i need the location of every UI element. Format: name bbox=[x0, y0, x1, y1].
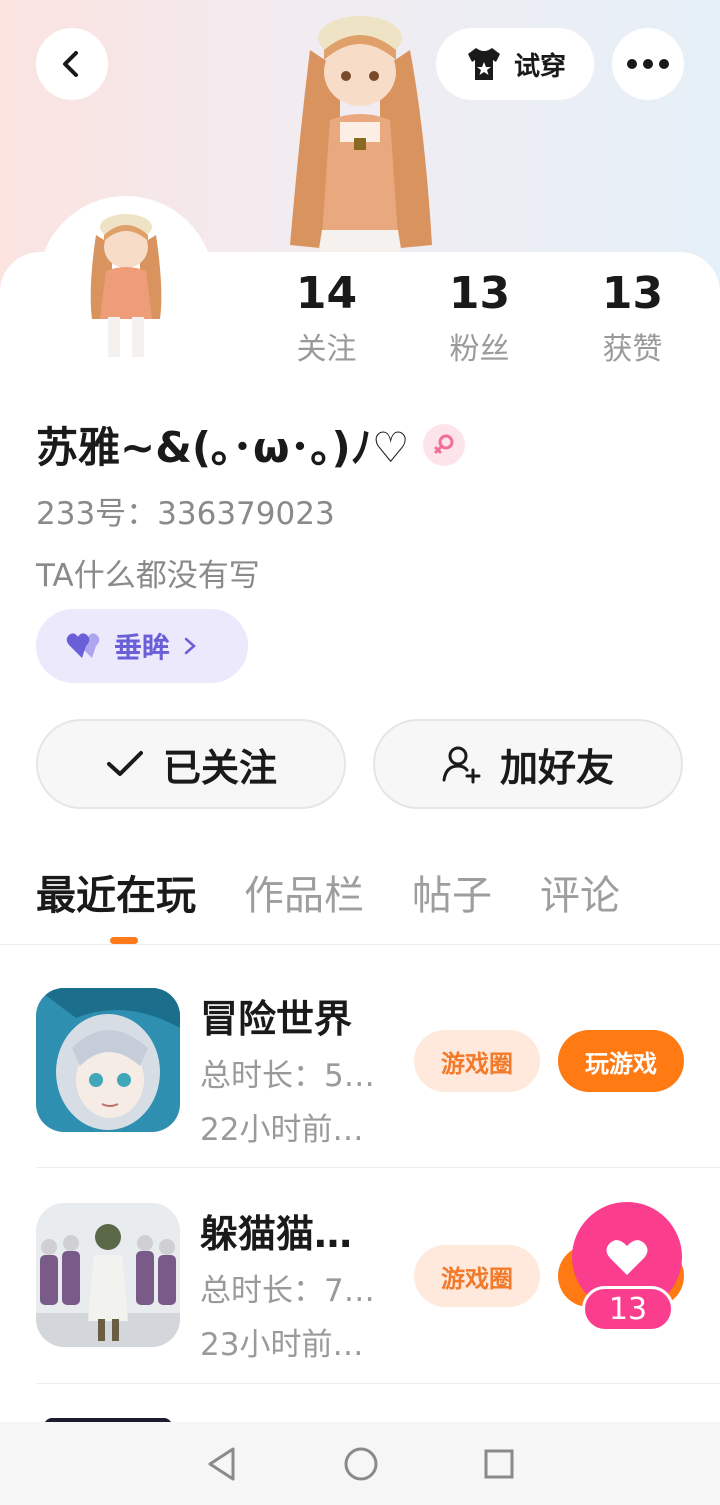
tab-comments[interactable]: 评论 bbox=[540, 866, 620, 926]
game-icon[interactable] bbox=[36, 988, 180, 1132]
game-circle-button[interactable]: 游戏圈 bbox=[414, 1030, 540, 1092]
stat-value: 13 bbox=[448, 268, 511, 319]
stats-bar: 14 关注 13 粉丝 13 获赞 bbox=[250, 268, 720, 368]
stat-label: 获赞 bbox=[602, 332, 663, 367]
play-game-button[interactable]: 玩游戏 bbox=[558, 1030, 684, 1092]
list-divider bbox=[36, 1383, 720, 1384]
avatar-3d-character[interactable] bbox=[270, 10, 450, 255]
personality-tag[interactable]: 垂眸 bbox=[36, 609, 248, 683]
system-navigation-bar bbox=[0, 1422, 720, 1505]
stat-followers[interactable]: 13 粉丝 bbox=[403, 268, 556, 368]
female-gender-icon bbox=[423, 423, 466, 466]
heart-icon bbox=[606, 1240, 648, 1275]
followed-button[interactable]: 已关注 bbox=[36, 719, 346, 809]
tab-posts[interactable]: 帖子 bbox=[412, 866, 492, 926]
try-on-label: 试穿 bbox=[513, 51, 566, 82]
game-name: 躲猫猫… bbox=[200, 1212, 353, 1256]
user-id: 233号：336379023 bbox=[36, 496, 335, 532]
chevron-right-icon bbox=[184, 637, 196, 655]
game-name: 冒险世界 bbox=[200, 997, 353, 1041]
game-last-played: 23小时前… bbox=[200, 1327, 364, 1363]
game-circle-button[interactable]: 游戏圈 bbox=[414, 1245, 540, 1307]
add-user-icon bbox=[442, 746, 481, 784]
add-friend-button[interactable]: 加好友 bbox=[373, 719, 683, 809]
more-options-button[interactable] bbox=[612, 28, 684, 100]
tab-works[interactable]: 作品栏 bbox=[244, 866, 364, 926]
followed-label: 已关注 bbox=[162, 745, 277, 790]
nav-home-icon[interactable] bbox=[343, 1446, 379, 1482]
tab-divider bbox=[0, 944, 720, 945]
profile-tabs: 最近在玩 作品栏 帖子 评论 bbox=[36, 866, 668, 926]
add-friend-label: 加好友 bbox=[499, 745, 614, 790]
stat-following[interactable]: 14 关注 bbox=[250, 268, 403, 368]
user-bio: TA什么都没有写 bbox=[36, 558, 260, 594]
like-floating-button[interactable]: 13 bbox=[572, 1202, 684, 1332]
tab-recently-played[interactable]: 最近在玩 bbox=[36, 866, 196, 926]
back-button[interactable] bbox=[36, 28, 108, 100]
double-heart-icon bbox=[66, 633, 100, 658]
stat-label: 粉丝 bbox=[449, 332, 510, 367]
more-dots-icon bbox=[627, 59, 669, 69]
tag-label: 垂眸 bbox=[114, 631, 171, 664]
username: 苏雅~&(｡･ω･｡)ﾉ♡ bbox=[36, 423, 410, 472]
stat-label: 关注 bbox=[296, 332, 357, 367]
game-duration: 总时长：5… bbox=[200, 1058, 375, 1094]
like-count: 13 bbox=[582, 1286, 674, 1332]
active-tab-indicator bbox=[110, 937, 138, 944]
username-row: 苏雅~&(｡･ω･｡)ﾉ♡ bbox=[36, 414, 466, 475]
chevron-left-icon bbox=[63, 51, 78, 77]
tshirt-icon bbox=[467, 48, 500, 80]
avatar-character-image bbox=[90, 214, 162, 357]
game-duration: 总时长：7… bbox=[200, 1273, 375, 1309]
check-icon bbox=[106, 751, 143, 776]
try-on-button[interactable]: 试穿 bbox=[436, 28, 594, 100]
stat-value: 13 bbox=[601, 268, 664, 319]
stat-value: 14 bbox=[295, 268, 358, 319]
avatar[interactable] bbox=[38, 196, 214, 372]
list-divider bbox=[36, 1167, 720, 1168]
game-list-item[interactable]: 冒险世界 总时长：5… 22小时前… 游戏圈 玩游戏 bbox=[36, 988, 720, 1168]
game-last-played: 22小时前… bbox=[200, 1112, 364, 1148]
nav-recents-icon[interactable] bbox=[483, 1448, 515, 1480]
stat-likes[interactable]: 13 获赞 bbox=[556, 268, 709, 368]
nav-back-icon[interactable] bbox=[205, 1446, 239, 1482]
game-icon[interactable] bbox=[36, 1203, 180, 1347]
